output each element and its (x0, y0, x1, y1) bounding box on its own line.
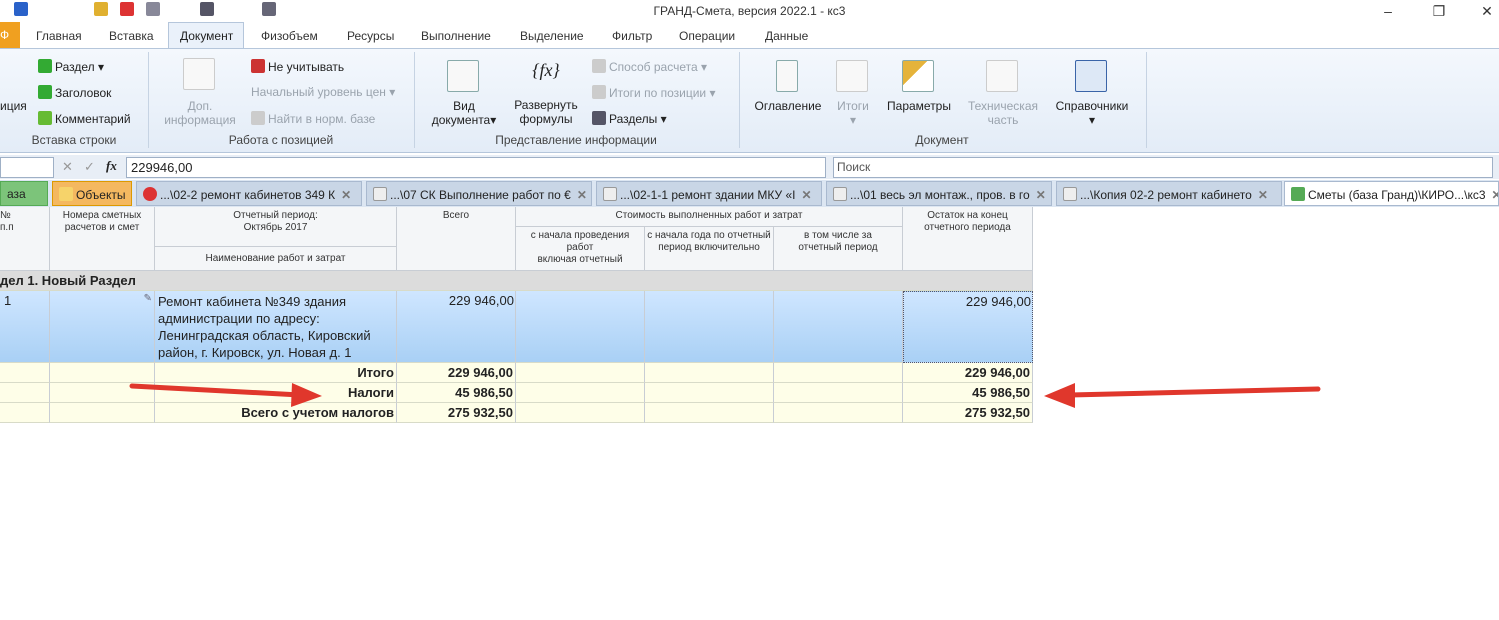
arrow-left (1044, 383, 1321, 408)
arrow-right (129, 383, 322, 407)
annotation-arrows (129, 383, 1321, 408)
